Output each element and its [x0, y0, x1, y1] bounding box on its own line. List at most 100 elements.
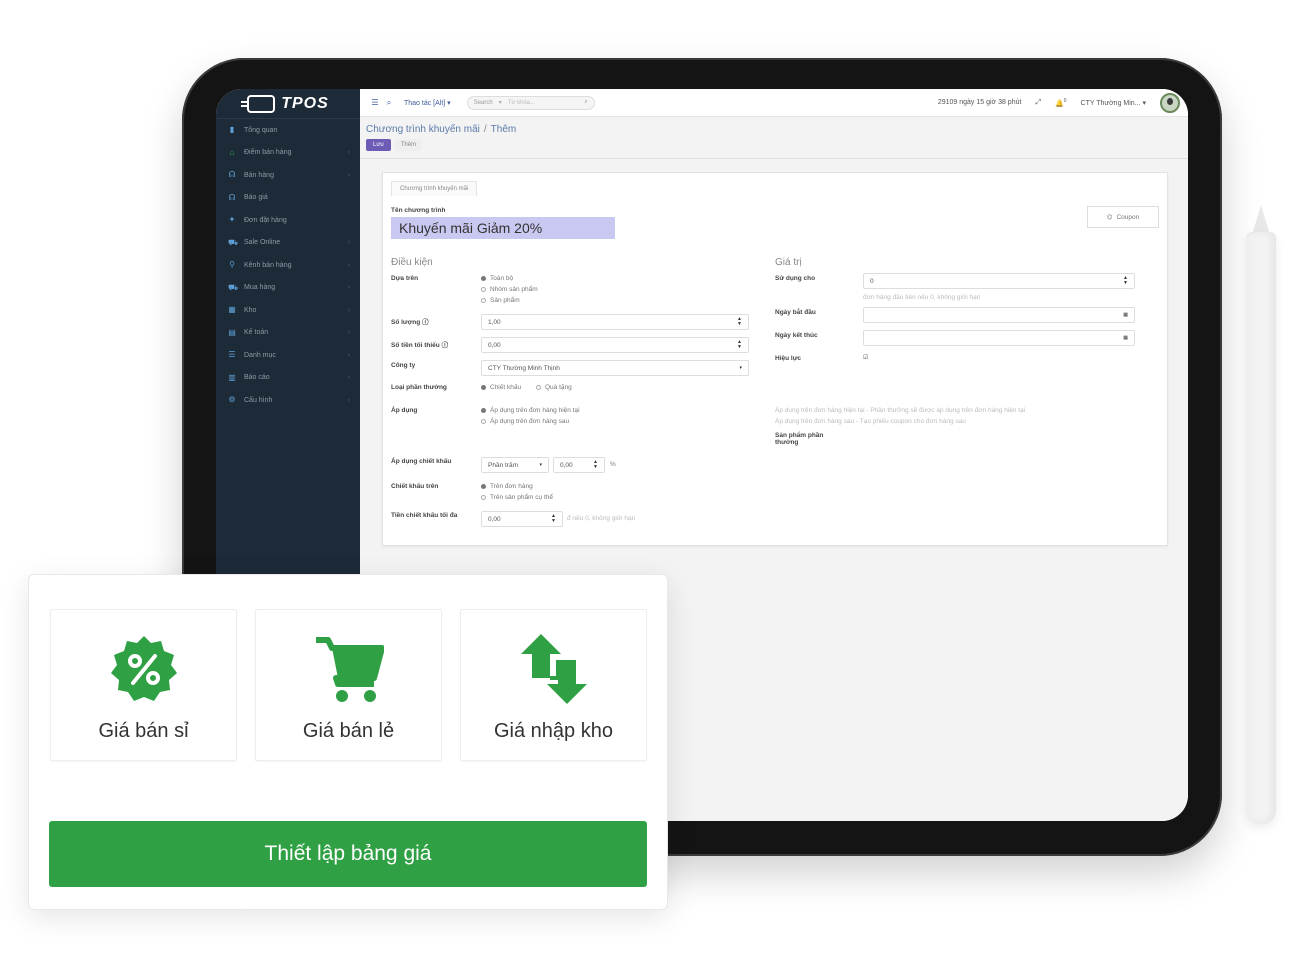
tile-wholesale-price[interactable]: Giá bán sỉ: [50, 609, 237, 761]
reward-type-discount[interactable]: Chiết khấu: [481, 384, 521, 391]
calendar-icon[interactable]: ▦: [1123, 335, 1128, 341]
form-tab[interactable]: Chương trình khuyến mãi: [391, 181, 478, 196]
sidebar-item[interactable]: ☊ Báo giá: [216, 187, 360, 210]
radio[interactable]: [481, 407, 486, 413]
radio[interactable]: [481, 418, 486, 424]
discount-on-label: Chiết khấu trên: [391, 483, 439, 490]
option-label: Nhóm sản phẩm: [490, 286, 538, 293]
breadcrumb-parent[interactable]: Chương trình khuyến mãi: [366, 124, 480, 135]
pencil-tip: [1252, 205, 1270, 235]
search-icon[interactable]: ⌕: [382, 98, 396, 108]
reward-type-gift[interactable]: Quà tặng: [536, 384, 572, 391]
stepper-icon[interactable]: ▲ ▼: [737, 340, 742, 350]
divider: [360, 158, 1188, 159]
apple-pencil: [1246, 232, 1276, 824]
chevron-right-icon: ›: [347, 261, 350, 269]
radio[interactable]: [481, 384, 486, 390]
topbar-right: 29109 ngày 15 giờ 38 phút ⤢ 🔔0 CTY Thườn…: [938, 92, 1180, 113]
save-button[interactable]: Lưu: [366, 139, 391, 151]
tile-import-price[interactable]: Giá nhập kho: [460, 609, 647, 761]
menu-icon[interactable]: ☰: [368, 98, 382, 107]
tile-label: Giá nhập kho: [494, 720, 613, 742]
ticket-icon: ⌬: [1106, 214, 1113, 221]
stepper-icon[interactable]: ▲ ▼: [551, 514, 556, 524]
radio[interactable]: [536, 384, 541, 390]
radio[interactable]: [481, 275, 486, 281]
gears-icon: ⚙: [228, 395, 236, 405]
setup-price-table-button[interactable]: Thiết lập bảng giá: [49, 821, 647, 887]
sidebar-item[interactable]: ▦ Kho ›: [216, 299, 360, 322]
sidebar-item[interactable]: ▮ Tổng quan: [216, 119, 360, 142]
discount-type-select[interactable]: Phần trăm ▾: [481, 457, 549, 473]
max-discount-field[interactable]: 0,00 ▲ ▼: [481, 511, 563, 527]
search-input[interactable]: Từ khóa...: [508, 100, 585, 106]
based-on-option-product[interactable]: Sản phẩm: [481, 297, 520, 304]
logo[interactable]: TPOS: [216, 89, 360, 119]
logo-text: TPOS: [281, 94, 329, 112]
price-settings-panel: Giá bán sỉ Giá bán lẻ Giá nhập kho Thiết…: [28, 574, 668, 910]
bell-icon[interactable]: 🔔0: [1055, 98, 1067, 107]
company-select[interactable]: CTY Thường Minh Thịnh ▾: [481, 360, 749, 376]
tile-retail-price[interactable]: Giá bán lẻ: [255, 609, 442, 761]
coupon-button[interactable]: ⌬ Coupon: [1087, 206, 1159, 228]
search-icon[interactable]: ⌕: [584, 99, 587, 106]
based-on-option-all[interactable]: Toàn bộ: [481, 275, 513, 282]
quantity-field[interactable]: 1,00 ▲ ▼: [481, 314, 749, 330]
end-date-label: Ngày kết thúc: [775, 332, 818, 339]
grid-icon: ▦: [228, 305, 236, 315]
sidebar-item[interactable]: ▤ Kế toán ›: [216, 322, 360, 345]
stepper-icon[interactable]: ▲ ▼: [593, 460, 598, 470]
sidebar-item[interactable]: ▥ Báo cáo ›: [216, 367, 360, 390]
tile-label: Giá bán lẻ: [302, 720, 395, 742]
apply-next-order[interactable]: Áp dụng trên đơn hàng sau: [481, 418, 569, 425]
sidebar-item[interactable]: ⚙ Cấu hình ›: [216, 389, 360, 412]
use-for-field[interactable]: 0 ▲ ▼: [863, 273, 1135, 289]
actions-dropdown[interactable]: Thao tác [Alt] ▾: [404, 99, 451, 107]
sidebar-item[interactable]: ✦ Đơn đặt hàng: [216, 209, 360, 232]
sidebar-item[interactable]: ☰ Danh mục ›: [216, 344, 360, 367]
search-scope-select[interactable]: Search: [474, 100, 493, 106]
chevron-right-icon: ›: [347, 284, 350, 292]
search-bar[interactable]: Search ▾ Từ khóa... ⌕: [466, 95, 595, 110]
based-on-option-group[interactable]: Nhóm sản phẩm: [481, 286, 538, 293]
radio[interactable]: [481, 483, 486, 489]
radio[interactable]: [481, 286, 486, 292]
fullscreen-icon[interactable]: ⤢: [1035, 99, 1041, 107]
sidebar-item[interactable]: ⌂ Điểm bán hàng ›: [216, 142, 360, 165]
cart-icon: ⛟: [228, 237, 239, 247]
sidebar-item[interactable]: ⛟ Sale Online ›: [216, 232, 360, 255]
avatar[interactable]: [1160, 92, 1180, 113]
max-discount-value: 0,00: [488, 515, 501, 523]
calendar-icon[interactable]: ▦: [1123, 312, 1128, 318]
logo-icon: [241, 94, 276, 113]
sidebar-item-label: Cấu hình: [244, 396, 273, 404]
stepper-icon[interactable]: ▲ ▼: [1123, 276, 1128, 286]
add-button[interactable]: Thêm: [394, 139, 423, 151]
radio[interactable]: [481, 494, 486, 500]
use-for-value: 0: [870, 277, 874, 285]
stepper-icon[interactable]: ▲ ▼: [737, 317, 742, 327]
chevron-right-icon: ›: [347, 329, 350, 337]
reward-type-label: Loại phần thưởng: [391, 384, 447, 391]
sidebar-item[interactable]: ☊ Bán hàng ›: [216, 164, 360, 187]
discount-on-product[interactable]: Trên sản phẩm cụ thể: [481, 494, 553, 501]
sidebar-item[interactable]: ⚲ Kênh bán hàng ›: [216, 254, 360, 277]
company-dropdown[interactable]: CTY Thường Min... ▾: [1081, 99, 1146, 107]
option-label: Áp dụng trên đơn hàng sau: [490, 418, 570, 425]
apply-current-order[interactable]: Áp dụng trên đơn hàng hiện tại: [481, 407, 580, 414]
active-label: Hiệu lực: [775, 355, 802, 362]
radio[interactable]: [481, 297, 486, 303]
promotion-name-input[interactable]: Khuyến mãi Giảm 20%: [391, 217, 615, 239]
active-checkbox[interactable]: ☑: [863, 354, 868, 361]
notification-count: 0: [1063, 97, 1067, 104]
sidebar-item[interactable]: ⛟ Mua hàng ›: [216, 277, 360, 300]
chevron-down-icon: ▾: [739, 364, 742, 371]
discount-apply-label: Áp dụng chiết khấu: [391, 458, 452, 465]
discount-value-field[interactable]: 0,00 ▲ ▼: [553, 457, 605, 473]
start-date-field[interactable]: ▦: [863, 307, 1135, 323]
discount-on-order[interactable]: Trên đơn hàng: [481, 483, 533, 490]
company-value: CTY Thường Minh Thịnh: [488, 364, 560, 372]
min-amount-field[interactable]: 0,00 ▲ ▼: [481, 337, 749, 353]
discount-value: 0,00: [560, 461, 573, 469]
end-date-field[interactable]: ▦: [863, 330, 1135, 346]
